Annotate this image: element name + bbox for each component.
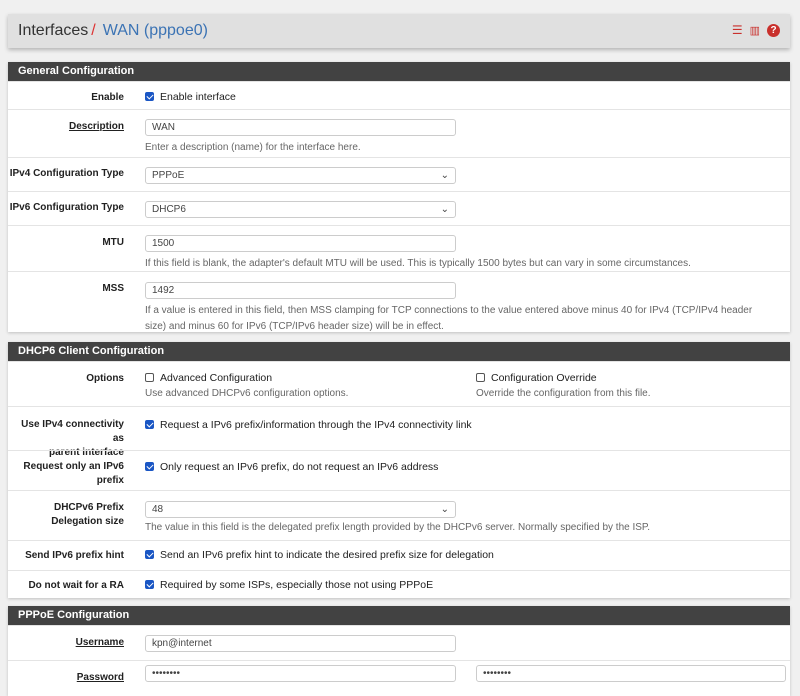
prefix-only-label: Request only an IPv6 prefix — [23, 461, 124, 486]
breadcrumb-parent[interactable]: Interfaces — [18, 22, 88, 40]
advanced-config-help: Use advanced DHCPv6 configuration option… — [145, 388, 349, 399]
enable-checkbox-label[interactable]: Enable interface — [160, 91, 236, 103]
help-icon[interactable]: ? — [767, 23, 780, 37]
ipv4-parent-checkbox-label[interactable]: Request a IPv6 prefix/information throug… — [160, 419, 472, 431]
ipv6-type-select[interactable]: DHCP6 ⌄ — [145, 201, 456, 218]
enable-label: Enable — [91, 92, 124, 103]
username-input[interactable]: kpn@internet — [145, 635, 456, 652]
ipv4-type-label: IPv4 Configuration Type — [9, 168, 124, 179]
mtu-help: If this field is blank, the adapter's de… — [145, 258, 691, 269]
ipv4-type-select[interactable]: PPPoE ⌄ — [145, 167, 456, 184]
config-override-help: Override the configuration from this fil… — [476, 388, 651, 399]
no-wait-ra-label: Do not wait for a RA — [28, 580, 124, 591]
password-confirm-input[interactable]: •••••••• — [476, 665, 786, 682]
advanced-config-label[interactable]: Advanced Configuration — [160, 372, 272, 384]
chevron-down-icon: ⌄ — [440, 504, 449, 515]
prefix-hint-checkbox[interactable] — [145, 550, 154, 559]
prefix-only-checkbox-label[interactable]: Only request an IPv6 prefix, do not requ… — [160, 461, 438, 473]
prefix-delegation-help: The value in this field is the delegated… — [145, 522, 651, 533]
chevron-down-icon: ⌄ — [440, 170, 449, 181]
mss-input[interactable]: 1492 — [145, 282, 456, 299]
config-override-checkbox[interactable] — [476, 373, 485, 382]
username-label[interactable]: Username — [8, 636, 124, 650]
prefix-only-checkbox[interactable] — [145, 462, 154, 471]
password-input[interactable]: •••••••• — [145, 665, 456, 682]
dhcp6-configuration-panel: DHCP6 Client Configuration Options Advan… — [8, 342, 790, 598]
ipv4-parent-checkbox[interactable] — [145, 420, 154, 429]
password-label[interactable]: Password — [8, 671, 124, 685]
description-input[interactable]: WAN — [145, 119, 456, 136]
ipv6-type-label: IPv6 Configuration Type — [9, 202, 124, 213]
sliders-icon[interactable]: ☰ — [732, 23, 743, 37]
prefix-hint-checkbox-label[interactable]: Send an IPv6 prefix hint to indicate the… — [160, 549, 494, 561]
mss-help: If a value is entered in this field, the… — [145, 305, 753, 332]
config-override-label[interactable]: Configuration Override — [491, 372, 597, 384]
general-configuration-panel: General Configuration Enable Enable inte… — [8, 62, 790, 332]
description-help: Enter a description (name) for the inter… — [145, 142, 361, 153]
bar-chart-icon[interactable]: ▥ — [750, 24, 760, 37]
prefix-delegation-value: 48 — [152, 504, 164, 515]
breadcrumb-current[interactable]: WAN (pppoe0) — [103, 22, 208, 40]
breadcrumb-separator: / — [91, 22, 96, 39]
no-wait-ra-checkbox[interactable] — [145, 580, 154, 589]
description-label[interactable]: Description — [8, 120, 124, 134]
prefix-delegation-select[interactable]: 48 ⌄ — [145, 501, 456, 518]
prefix-hint-label: Send IPv6 prefix hint — [25, 550, 124, 561]
advanced-config-checkbox[interactable] — [145, 373, 154, 382]
chevron-down-icon: ⌄ — [440, 204, 449, 215]
options-label: Options — [86, 373, 124, 384]
section-title: DHCP6 Client Configuration — [8, 342, 790, 361]
no-wait-ra-checkbox-label[interactable]: Required by some ISPs, especially those … — [160, 579, 433, 591]
enable-checkbox[interactable] — [145, 92, 154, 101]
mtu-label: MTU — [102, 237, 124, 248]
section-title: General Configuration — [8, 62, 790, 81]
ipv4-type-value: PPPoE — [152, 170, 185, 181]
pppoe-configuration-panel: PPPoE Configuration Username kpn@interne… — [8, 606, 790, 696]
mss-label: MSS — [102, 283, 124, 294]
prefix-delegation-label: DHCPv6 Prefix Delegation size — [51, 502, 124, 527]
section-title: PPPoE Configuration — [8, 606, 790, 625]
ipv6-type-value: DHCP6 — [152, 204, 186, 215]
mtu-input[interactable]: 1500 — [145, 235, 456, 252]
breadcrumb: Interfaces / WAN (pppoe0) ☰ ▥ ? — [8, 14, 790, 48]
